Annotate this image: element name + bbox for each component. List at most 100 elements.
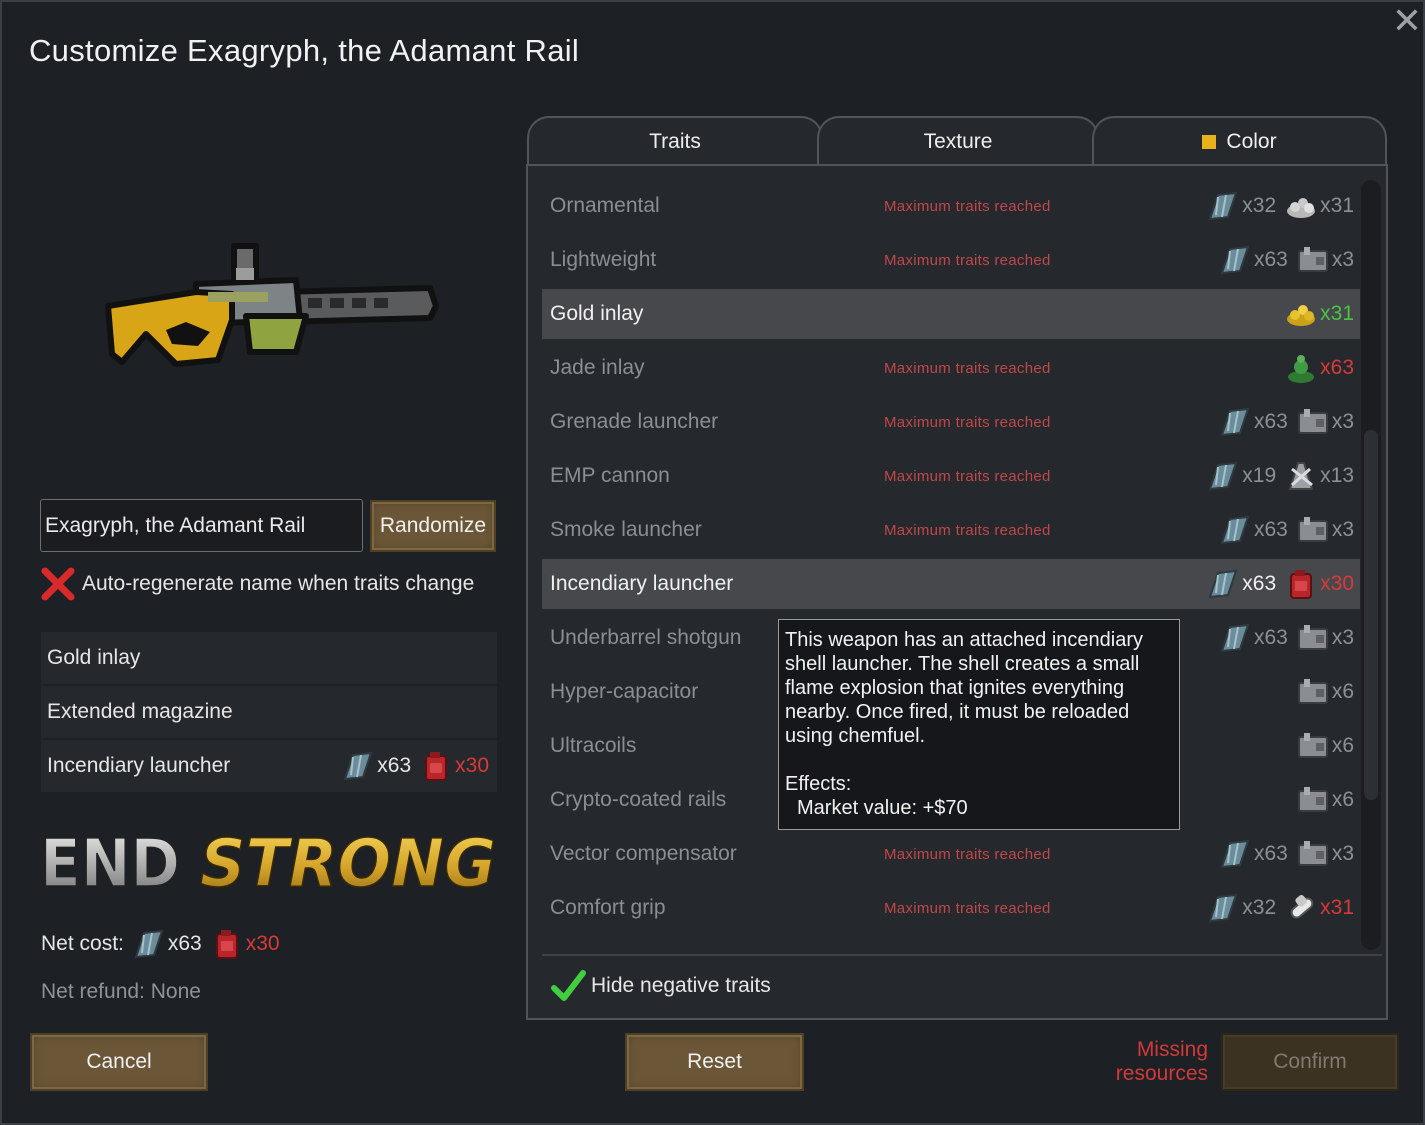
cost-value: x6 (1331, 788, 1354, 811)
tab-color[interactable]: Color (1092, 116, 1387, 166)
component-icon (1297, 517, 1328, 542)
steel-icon (343, 751, 373, 781)
cost-value: x63 (1253, 248, 1288, 271)
jade-icon (1288, 355, 1315, 383)
cost-steel: x63 (341, 749, 411, 783)
trait-row[interactable]: Smoke launcher Maximum traits reached x63 x… (542, 505, 1360, 555)
cost-value: x3 (1331, 410, 1354, 433)
trait-costs: x63 x3 (1210, 505, 1354, 555)
svg-text:END: END (40, 825, 180, 898)
net-refund: Net refund: None (41, 980, 201, 1003)
trait-costs: x63 x3 (1210, 829, 1354, 879)
cost-component: x3 (1296, 513, 1354, 547)
selected-trait-row[interactable]: Extended magazine (41, 686, 497, 738)
cost-component: x6 (1296, 675, 1354, 709)
chemfuel-icon (215, 930, 238, 959)
selected-traits-list: Gold inlay Extended magazine Incendiary … (41, 632, 497, 794)
cost-value: x63 (1242, 572, 1277, 595)
trait-costs: x32 x31 (1198, 883, 1354, 933)
trait-row[interactable]: EMP cannon Maximum traits reached x19 x13 (542, 451, 1360, 501)
steel-icon (1220, 245, 1250, 275)
cost-steel: x63 (132, 927, 202, 961)
net-cost: Net cost: x63 x30 (41, 927, 280, 961)
component-icon (1297, 409, 1328, 434)
missing-resources-warning: Missing resources (1102, 1038, 1208, 1086)
cost-value: x31 (1320, 194, 1354, 217)
cost-steel: x63 (1206, 567, 1276, 601)
cost-gold: x31 (1284, 297, 1354, 331)
selected-trait-name: Incendiary launcher (47, 754, 231, 777)
trait-name: Jade inlay (550, 356, 645, 379)
trait-name: Crypto-coated rails (550, 788, 727, 811)
selected-trait-row[interactable]: Gold inlay (41, 632, 497, 684)
end-strong-logo: END STRONG (40, 824, 497, 898)
weapon-name-input[interactable] (40, 499, 363, 552)
traits-panel: Ornamental Maximum traits reached x32 x31 Li… (526, 164, 1388, 1020)
trait-row[interactable]: Incendiary launcher x63 x30 (542, 559, 1360, 609)
cost-chemfuel: x30 (1284, 567, 1354, 601)
cost-steel: x63 (1218, 837, 1288, 871)
cost-jade: x63 (1284, 351, 1354, 385)
cost-value: x63 (1320, 356, 1354, 379)
cost-steel: x32 (1206, 189, 1276, 223)
randomize-button[interactable]: Randomize (370, 500, 496, 552)
cost-component: x3 (1296, 837, 1354, 871)
cost-value: x63 (1253, 518, 1288, 541)
cost-value: x63 (1253, 842, 1288, 865)
panel-divider (542, 954, 1382, 956)
missing-line-1: Missing (1136, 1038, 1208, 1061)
cost-value: x13 (1320, 464, 1354, 487)
cost-silver: x31 (1284, 189, 1354, 223)
trait-name: Underbarrel shotgun (550, 626, 742, 649)
reset-button[interactable]: Reset (625, 1033, 804, 1091)
trait-row[interactable]: Grenade launcher Maximum traits reached x6… (542, 397, 1360, 447)
hide-negative-label: Hide negative traits (591, 974, 771, 997)
trait-costs: x6 (1288, 721, 1354, 771)
weapon-preview-image (105, 243, 439, 367)
silver-icon (1287, 198, 1316, 218)
tab-label: Traits (649, 130, 701, 153)
cost-value: x30 (455, 754, 489, 777)
trait-tooltip: This weapon has an attached incendiary s… (778, 619, 1180, 830)
trait-costs: x63 (1276, 343, 1354, 393)
cancel-button[interactable]: Cancel (30, 1033, 208, 1091)
trait-row[interactable]: Jade inlay Maximum traits reached x63 (542, 343, 1360, 393)
cost-value: x3 (1331, 518, 1354, 541)
hide-negative-traits-toggle[interactable]: Hide negative traits (550, 968, 771, 1004)
close-icon[interactable]: ✕ (1390, 3, 1424, 39)
cost-component: x3 (1296, 621, 1354, 655)
autoregen-label: Auto-regenerate name when traits change (82, 572, 475, 595)
selected-trait-name: Gold inlay (47, 646, 141, 669)
trait-row[interactable]: Ornamental Maximum traits reached x32 x31 (542, 181, 1360, 231)
trait-name: Comfort grip (550, 896, 666, 919)
cost-value: x32 (1242, 194, 1277, 217)
steel-icon (1220, 623, 1250, 653)
cost-value: x3 (1331, 626, 1354, 649)
tab-traits[interactable]: Traits (527, 116, 823, 166)
trait-costs: x63 x3 (1210, 397, 1354, 447)
cost-steel: x32 (1206, 891, 1276, 925)
selected-trait-row[interactable]: Incendiary launcher x63 x30 (41, 740, 497, 792)
trait-row[interactable]: Comfort grip Maximum traits reached x32 x31 (542, 883, 1360, 933)
trait-row[interactable]: Vector compensator Maximum traits reached… (542, 829, 1360, 879)
cost-chemfuel: x30 (210, 927, 280, 961)
trait-name: Vector compensator (550, 842, 737, 865)
trait-name: Ornamental (550, 194, 660, 217)
autoregen-toggle[interactable]: Auto-regenerate name when traits change (40, 567, 474, 601)
scrollbar-thumb[interactable] (1364, 430, 1378, 800)
confirm-button[interactable]: Confirm (1221, 1033, 1399, 1091)
cost-chemfuel: x30 (419, 749, 489, 783)
tab-texture[interactable]: Texture (817, 116, 1099, 166)
customize-dialog: Customize Exagryph, the Adamant Rail ✕ R… (0, 0, 1425, 1125)
cost-value: x30 (245, 932, 280, 955)
component-icon (1297, 841, 1328, 866)
trait-list[interactable]: Ornamental Maximum traits reached x32 x31 Li… (542, 181, 1360, 956)
trait-row[interactable]: Lightweight Maximum traits reached x63 x3 (542, 235, 1360, 285)
trait-status-message: Maximum traits reached (884, 845, 1051, 863)
cost-value: x31 (1320, 896, 1354, 919)
trait-status-message: Maximum traits reached (884, 197, 1051, 215)
steel-icon (1220, 515, 1250, 545)
trait-name: Grenade launcher (550, 410, 719, 433)
trait-name: Lightweight (550, 248, 657, 271)
trait-row[interactable]: Gold inlay x31 (542, 289, 1360, 339)
